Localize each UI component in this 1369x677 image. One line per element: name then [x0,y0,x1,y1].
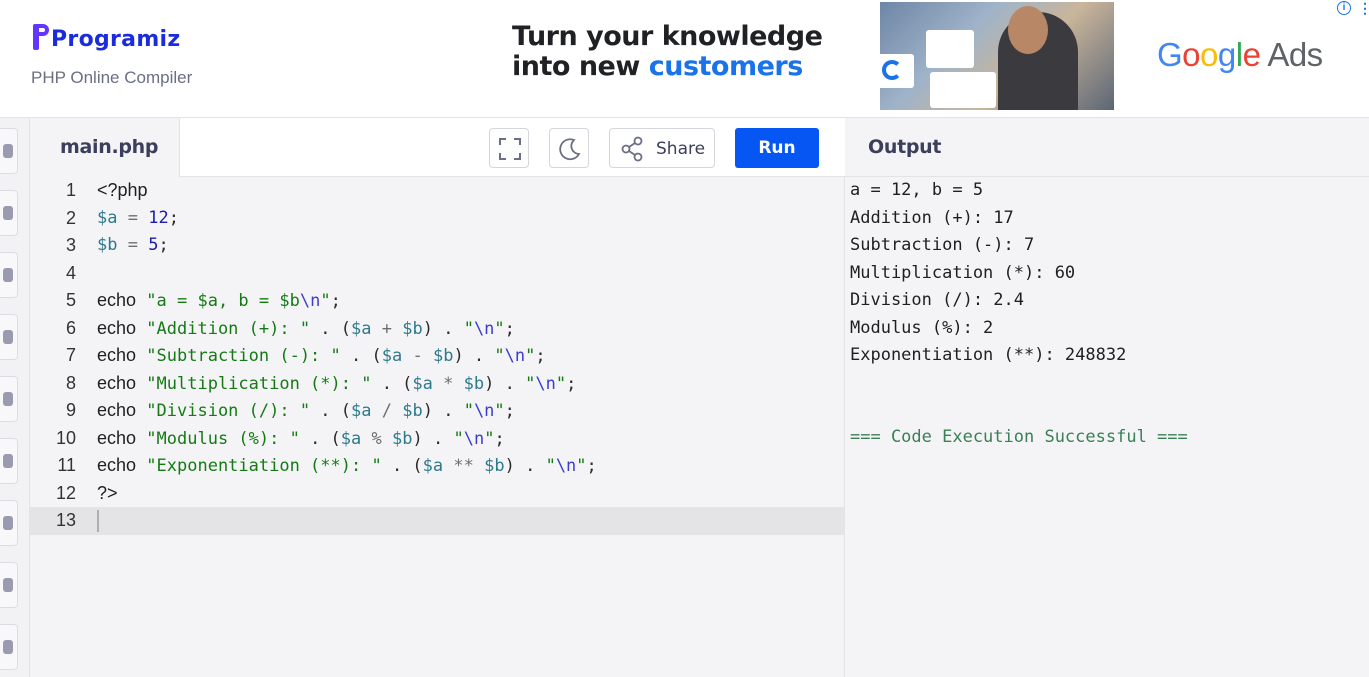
ad-line-1: Turn your knowledge [512,21,823,52]
language-csharp-icon[interactable] [0,562,18,608]
code-text: <?php [97,180,148,200]
code-line: 1 <?php [30,177,845,205]
page-subtitle: PHP Online Compiler [31,68,193,87]
line-number: 8 [65,372,76,393]
code-line: 11 echo "Exponentiation (**): " . ($a **… [30,452,845,480]
code-line: 12 ?> [30,480,845,508]
output-title: Output [868,136,942,158]
share-label: Share [656,139,706,159]
ad-image[interactable] [880,2,1114,110]
code-line: 10 echo "Modulus (%): " . ($a % $b) . "\… [30,425,845,453]
share-button[interactable]: Share [609,128,715,168]
programiz-logo-icon [33,22,49,56]
run-button[interactable]: Run [735,128,819,168]
theme-toggle-button[interactable] [549,128,589,168]
line-number: 1 [65,180,76,200]
code-text: echo "Division (/): " . ($a / $b) . "\n"… [97,400,515,421]
ad-accent-word: customers [648,51,804,82]
code-text: echo "Multiplication (*): " . ($a * $b) … [97,372,577,394]
code-line: 7 echo "Subtraction (-): " . ($a - $b) .… [30,342,845,370]
line-number: 10 [55,427,76,448]
line-number: 12 [55,482,76,503]
code-text: echo "Subtraction (-): " . ($a - $b) . "… [97,345,546,366]
language-js-icon[interactable] [0,624,18,670]
code-line: 8 echo "Multiplication (*): " . ($a * $b… [30,370,845,398]
programiz-logo[interactable]: Programiz [33,22,181,56]
language-cpp-icon[interactable] [0,500,18,546]
execution-status: === Code Execution Successful === [850,427,1188,447]
language-r-icon[interactable] [0,190,18,236]
editor-toolbar: main.php Share Run [30,118,845,178]
line-number: 13 [55,510,76,530]
output-line: Addition (+): 17 [850,207,1014,228]
language-python-icon[interactable] [0,128,18,174]
active-code-line[interactable]: 13 [30,507,845,535]
output-line: Exponentiation (**): 248832 [850,345,1127,365]
code-text: $a = 12; [97,207,179,228]
line-number: 9 [65,400,76,420]
language-html-icon[interactable] [0,314,18,360]
output-header: Output [845,118,1369,177]
code-line: 2 $a = 12; [30,205,845,233]
code-line: 5 echo "a = $a, b = $b\n"; [30,287,845,315]
line-number: 4 [65,262,76,283]
code-text: echo "a = $a, b = $b\n"; [97,290,341,311]
language-rail [0,118,30,677]
language-sql-icon[interactable] [0,252,18,298]
brand-name: Programiz [51,26,181,52]
code-text: echo "Exponentiation (**): " . ($a ** $b… [97,455,597,476]
text-cursor [97,510,99,532]
output-line: Modulus (%): 2 [850,317,994,338]
code-line: 6 echo "Addition (+): " . ($a + $b) . "\… [30,315,845,343]
output-line: Division (/): 2.4 [850,290,1024,310]
code-area[interactable]: 1 <?php 2 $a = 12; 3 $b = 5; 4 5 echo "a… [30,177,845,677]
language-java-icon[interactable] [0,376,18,422]
code-line: 9 echo "Division (/): " . ($a / $b) . "\… [30,397,845,425]
language-c-icon[interactable] [0,438,18,484]
output-panel: Output a = 12, b = 5 Addition (+): 17 Su… [845,118,1369,677]
bar-chart-card-icon [930,72,996,108]
code-text: $b = 5; [97,235,169,255]
output-line: Subtraction (-): 7 [850,235,1035,255]
ad-line-2: into new customers [512,51,804,82]
header: Programiz PHP Online Compiler Turn your … [0,0,1369,118]
code-text: echo "Modulus (%): " . ($a % $b) . "\n"; [97,427,505,449]
analytics-card-icon [926,30,974,68]
line-number: 3 [65,235,76,255]
code-line: 4 [30,260,845,288]
output-line: Multiplication (*): 60 [850,262,1076,283]
code-line: 3 $b = 5; [30,232,845,260]
code-text: ?> [97,482,118,503]
chart-ring-icon [882,60,902,80]
fullscreen-icon [499,138,521,160]
code-editor-panel: main.php Share Run 1 <?php 2 $a = 12; 3 … [30,118,845,677]
ad-menu-icon[interactable]: ⋮ [1358,0,1369,17]
info-icon[interactable]: i [1337,1,1351,15]
line-number: 6 [65,317,76,338]
line-number: 2 [65,207,76,228]
output-line: a = 12, b = 5 [850,180,984,200]
line-number: 5 [65,290,76,310]
line-number: 11 [57,455,76,475]
tab-main-php[interactable]: main.php [30,118,180,178]
line-number: 7 [65,345,76,365]
code-text: echo "Addition (+): " . ($a + $b) . "\n"… [97,317,515,339]
tab-label: main.php [60,136,159,158]
google-ads-logo[interactable]: Google Ads [1157,36,1323,74]
share-icon [621,136,643,162]
ad-headline[interactable]: Turn your knowledge into new customers [512,22,832,82]
moon-icon [559,138,581,161]
fullscreen-button[interactable] [489,128,529,168]
